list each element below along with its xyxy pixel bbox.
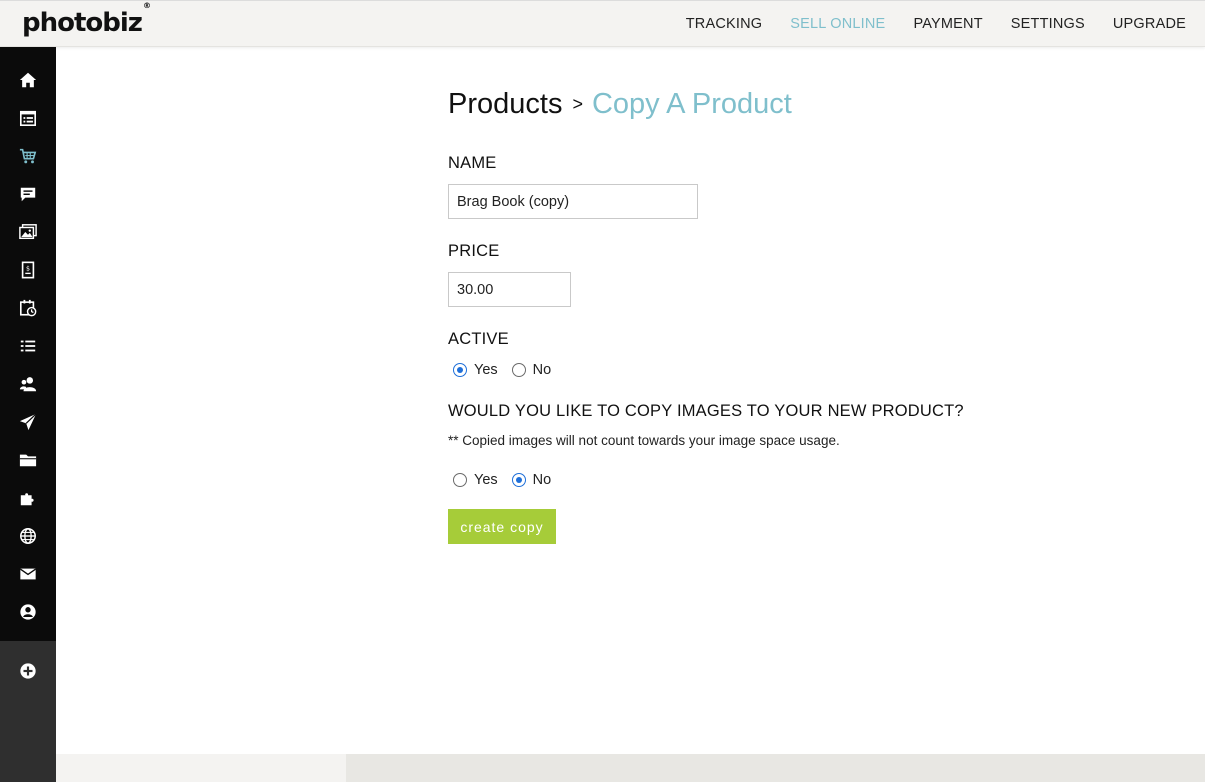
users-icon[interactable] xyxy=(18,374,38,394)
copy-images-no-label: No xyxy=(532,472,552,488)
chat-icon[interactable] xyxy=(18,184,38,204)
create-copy-button[interactable]: create copy xyxy=(448,509,556,544)
invoice-icon[interactable]: $ xyxy=(18,260,38,280)
sidebar-footer xyxy=(0,641,56,782)
copy-images-yes-radio[interactable] xyxy=(453,473,467,487)
active-yes-radio[interactable] xyxy=(453,363,467,377)
nav-tracking[interactable]: TRACKING xyxy=(686,16,763,32)
copy-images-label: WOULD YOU LIKE TO COPY IMAGES TO YOUR NE… xyxy=(448,402,964,420)
page-title: Copy A Product xyxy=(591,88,792,120)
copy-images-yes-label: Yes xyxy=(474,472,498,488)
copy-images-no-radio[interactable] xyxy=(511,473,526,487)
nav-sell-online[interactable]: SELL ONLINE xyxy=(790,16,885,32)
folder-icon[interactable] xyxy=(18,450,38,470)
footer-right xyxy=(346,754,1205,782)
copy-images-note: ** Copied images will not count towards … xyxy=(448,433,840,448)
name-label: NAME xyxy=(448,154,497,172)
calendar-list-icon[interactable] xyxy=(18,108,38,128)
price-input[interactable] xyxy=(448,272,571,307)
breadcrumb: Products > Copy A Product xyxy=(448,88,792,121)
appointment-icon[interactable] xyxy=(18,298,38,318)
home-icon[interactable] xyxy=(18,70,38,90)
puzzle-icon[interactable] xyxy=(18,488,38,508)
active-no-option[interactable]: No xyxy=(511,362,552,378)
price-label: PRICE xyxy=(448,242,500,260)
active-label: ACTIVE xyxy=(448,330,509,348)
logo-registered-mark: ® xyxy=(142,1,151,11)
copy-images-radio-group: Yes No xyxy=(453,472,565,488)
top-navigation: TRACKING SELL ONLINE PAYMENT SETTINGS UP… xyxy=(658,1,1186,47)
copy-images-yes-option[interactable]: Yes xyxy=(453,472,498,488)
nav-upgrade[interactable]: UPGRADE xyxy=(1113,16,1186,32)
active-yes-option[interactable]: Yes xyxy=(453,362,498,378)
active-no-radio[interactable] xyxy=(511,363,526,377)
breadcrumb-separator: > xyxy=(572,94,583,114)
active-yes-label: Yes xyxy=(474,362,498,378)
nav-payment[interactable]: PAYMENT xyxy=(913,16,982,32)
active-radio-group: Yes No xyxy=(453,362,565,378)
copy-images-no-option[interactable]: No xyxy=(511,472,552,488)
send-icon[interactable] xyxy=(18,412,38,432)
list-icon[interactable] xyxy=(18,336,38,356)
name-input[interactable] xyxy=(448,184,698,219)
logo-text: photobiz xyxy=(22,8,143,38)
breadcrumb-products[interactable]: Products xyxy=(448,88,562,121)
svg-text:$: $ xyxy=(26,265,30,272)
active-no-label: No xyxy=(532,362,552,378)
top-bar: photobiz® TRACKING SELL ONLINE PAYMENT S… xyxy=(0,0,1205,47)
mail-icon[interactable] xyxy=(18,564,38,584)
cart-icon[interactable] xyxy=(18,146,38,166)
add-icon[interactable] xyxy=(18,661,38,681)
gallery-icon[interactable] xyxy=(18,222,38,242)
account-icon[interactable] xyxy=(18,602,38,622)
nav-settings[interactable]: SETTINGS xyxy=(1011,16,1085,32)
photobiz-logo[interactable]: photobiz® xyxy=(22,1,151,38)
footer-left xyxy=(56,754,346,782)
globe-icon[interactable] xyxy=(18,526,38,546)
